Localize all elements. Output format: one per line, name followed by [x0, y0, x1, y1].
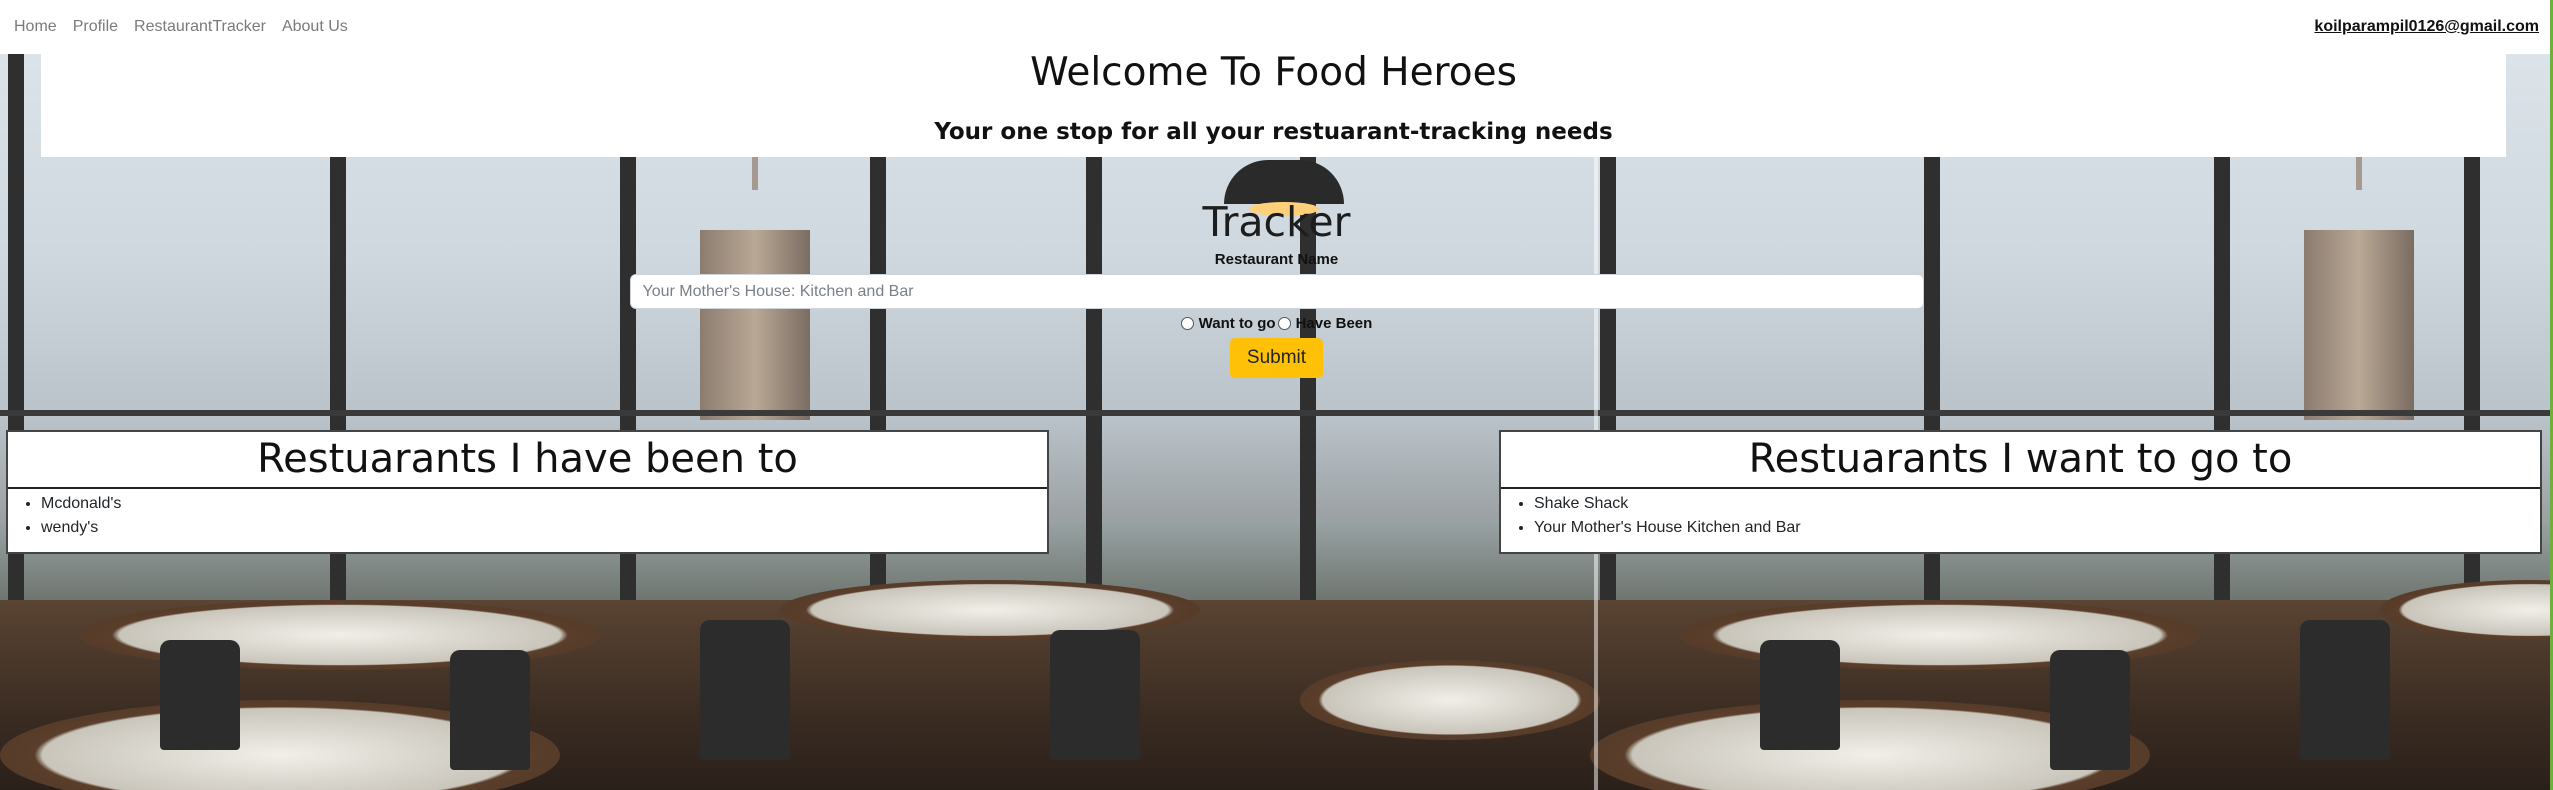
have-been-radio[interactable]	[1277, 317, 1291, 331]
submit-button[interactable]: Submit	[1229, 338, 1324, 379]
been-to-title: Restuarants I have been to	[257, 436, 798, 482]
restaurant-name-label: Restaurant Name	[1214, 251, 1339, 269]
nav-link-restaurant-tracker[interactable]: RestaurantTracker	[134, 18, 266, 36]
nav-link-home[interactable]: Home	[14, 18, 57, 36]
tracker-form: Tracker Restaurant Name Want to go Have …	[0, 198, 2553, 379]
have-been-label: Have Been	[1295, 315, 1373, 333]
want-to-go-title: Restuarants I want to go to	[1748, 436, 2293, 482]
nav-link-profile[interactable]: Profile	[73, 18, 118, 36]
list-item: Mcdonald's	[41, 492, 1047, 516]
top-navbar: Home Profile RestaurantTracker About Us …	[0, 0, 2553, 54]
nav-links: Home Profile RestaurantTracker About Us	[14, 18, 348, 36]
want-to-go-list-panel: Restuarants I want to go to Shake Shack …	[1499, 430, 2542, 554]
nav-link-about-us[interactable]: About Us	[282, 18, 348, 36]
restaurant-name-input[interactable]	[629, 274, 1924, 310]
list-item: Shake Shack	[1534, 492, 2540, 516]
page-title: Welcome To Food Heroes	[1030, 50, 1517, 95]
been-to-header: Restuarants I have been to	[8, 432, 1047, 489]
want-to-go-radio[interactable]	[1180, 317, 1194, 331]
tracker-title: Tracker	[1202, 198, 1351, 246]
want-to-go-list: Shake Shack Your Mother's House Kitchen …	[1501, 489, 2540, 540]
hero-header: Welcome To Food Heroes Your one stop for…	[41, 50, 2506, 157]
been-to-list: Mcdonald's wendy's	[8, 489, 1047, 540]
want-to-go-label: Want to go	[1198, 315, 1276, 333]
list-item: wendy's	[41, 516, 1047, 540]
page-subtitle: Your one stop for all your restuarant-tr…	[934, 118, 1613, 145]
status-radio-group: Want to go Have Been	[0, 315, 2553, 332]
user-email-link[interactable]: koilparampil0126@gmail.com	[2314, 18, 2539, 36]
been-to-list-panel: Restuarants I have been to Mcdonald's we…	[6, 430, 1049, 554]
want-to-go-header: Restuarants I want to go to	[1501, 432, 2540, 489]
list-item: Your Mother's House Kitchen and Bar	[1534, 516, 2540, 540]
